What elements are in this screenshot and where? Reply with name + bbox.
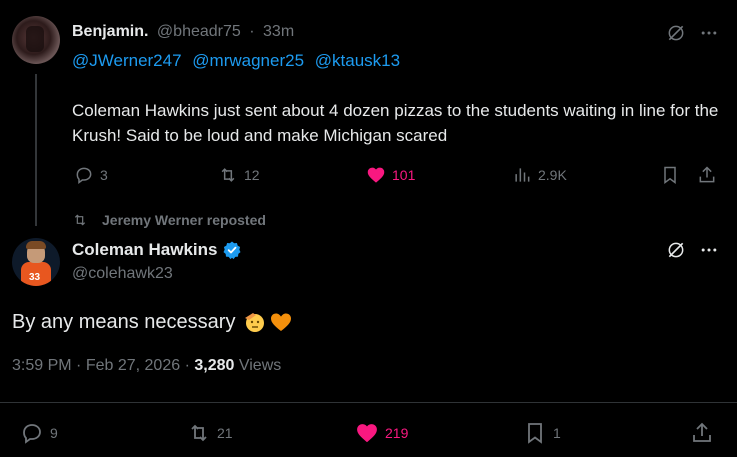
reply-icon <box>23 424 41 444</box>
bookmark-icon <box>664 166 676 184</box>
like-icon <box>357 424 377 443</box>
views-icon <box>515 168 530 182</box>
separator: · <box>184 357 190 374</box>
mentions: @JWerner247 @mrwagner25 @ktausk13 <box>72 50 406 72</box>
like-count: 219 <box>385 425 409 441</box>
reply-icon <box>76 167 92 184</box>
more-icon[interactable] <box>697 238 721 262</box>
author-handle[interactable]: @bheadr75 <box>157 23 241 40</box>
views-count: 2.9K <box>538 167 567 183</box>
share-button[interactable] <box>690 421 714 445</box>
jersey-number: 33 <box>29 272 41 283</box>
reply-header: Benjamin. @bheadr75 · 33m <box>72 22 294 42</box>
like-icon <box>367 167 385 183</box>
reply-button[interactable]: 3 <box>74 165 108 185</box>
tweet-text: By any means necessary <box>12 311 236 333</box>
avatar[interactable] <box>12 16 60 64</box>
grok-icon[interactable] <box>664 21 688 45</box>
grok-icon[interactable] <box>664 238 688 262</box>
like-button[interactable]: 101 <box>366 165 415 185</box>
reply-count: 9 <box>50 425 58 441</box>
thread-line <box>35 74 37 226</box>
orange-heart-emoji <box>271 313 292 331</box>
tweet-text-row: By any means necessary <box>12 308 293 336</box>
mention-link[interactable]: @mrwagner25 <box>192 51 304 70</box>
repost-count: 21 <box>217 425 233 441</box>
mention-link[interactable]: @ktausk13 <box>315 51 400 70</box>
repost-icon <box>74 214 86 226</box>
share-icon <box>699 166 715 183</box>
bookmark-count: 1 <box>553 425 561 441</box>
timestamp[interactable]: 33m <box>263 23 294 40</box>
bookmark-button[interactable] <box>660 165 680 185</box>
author-name[interactable]: Coleman Hawkins <box>72 240 218 260</box>
reply-count: 3 <box>100 167 108 183</box>
repost-label[interactable]: Jeremy Werner reposted <box>72 212 266 228</box>
mention-link[interactable]: @JWerner247 <box>72 51 182 70</box>
post-actions: 9 21 219 1 <box>0 421 737 445</box>
like-button[interactable]: 219 <box>355 421 408 445</box>
bookmark-button[interactable]: 1 <box>523 421 561 445</box>
tweet-text: Coleman Hawkins just sent about 4 dozen … <box>72 101 719 145</box>
separator: · <box>76 357 82 374</box>
bookmark-icon <box>528 423 542 444</box>
repost-label-text: Jeremy Werner reposted <box>102 212 266 228</box>
views-count: 3,280 <box>194 357 235 374</box>
post-time[interactable]: 3:59 PM <box>12 357 72 374</box>
divider <box>0 402 737 403</box>
repost-button[interactable]: 21 <box>187 421 233 445</box>
like-count: 101 <box>392 167 416 183</box>
views-button[interactable]: 2.9K <box>512 165 567 185</box>
views-label: Views <box>238 357 282 374</box>
author-name-row: Coleman Hawkins <box>72 240 242 260</box>
repost-button[interactable]: 12 <box>218 165 260 185</box>
more-icon[interactable] <box>697 21 721 45</box>
repost-icon <box>191 424 207 442</box>
share-button[interactable] <box>697 165 717 185</box>
reply-button[interactable]: 9 <box>20 421 58 445</box>
author-handle[interactable]: @colehawk23 <box>72 265 173 283</box>
separator: · <box>249 23 255 40</box>
verified-badge-icon[interactable] <box>222 240 242 260</box>
repost-count: 12 <box>244 167 260 183</box>
share-icon <box>693 422 711 442</box>
reply-actions: 3 12 101 2.9K <box>0 165 737 189</box>
author-name[interactable]: Benjamin. <box>72 23 148 40</box>
post-meta: 3:59 PM · Feb 27, 2026 · 3,280 Views <box>12 357 281 375</box>
saluting-face-emoji <box>245 313 265 332</box>
repost-icon <box>221 168 235 182</box>
avatar[interactable]: 33 <box>12 238 60 286</box>
post-date[interactable]: Feb 27, 2026 <box>86 357 180 374</box>
